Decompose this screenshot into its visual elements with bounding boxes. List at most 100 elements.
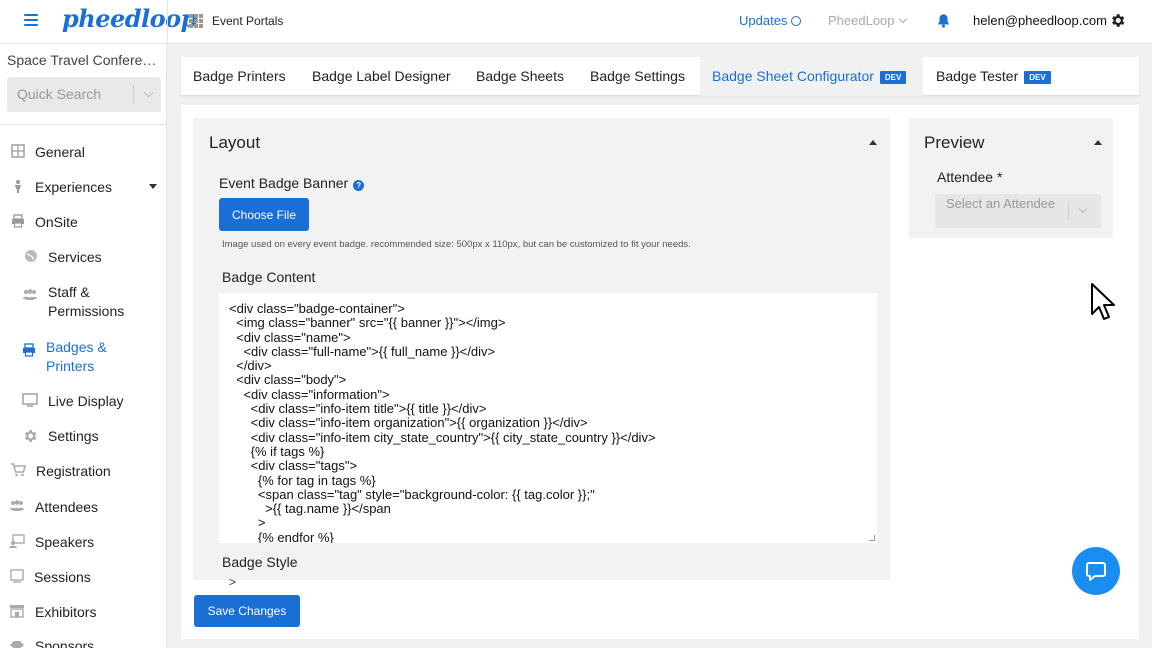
divider [1068,202,1069,220]
tab-badge-printers[interactable]: Badge Printers [193,57,286,96]
sidebar-item-speakers[interactable]: Speakers [9,533,94,552]
screen-icon [10,569,24,583]
attendee-select-placeholder: Select an Attendee [946,196,1056,211]
grid-icon [11,144,25,158]
mouse-cursor-icon [1091,283,1115,320]
choose-file-button[interactable]: Choose File [219,198,309,231]
sidebar-item-attendees[interactable]: Attendees [9,498,98,517]
layout-title: Layout [209,133,261,152]
printer-icon [23,343,35,357]
collapse-caret-icon[interactable] [869,140,877,145]
attendee-select[interactable]: Select an Attendee [935,194,1101,228]
sidebar-item-live-display[interactable]: Live Display [22,392,123,411]
chat-support-button[interactable] [1072,547,1120,595]
sidebar-item-general[interactable]: General [11,143,85,162]
attendee-label: Attendee * [937,169,1003,185]
sidebar-item-label: Badges & Printers [46,339,107,374]
logo[interactable]: pheedloop [62,4,197,33]
sidebar-divider [0,124,166,125]
banner-label-text: Event Badge Banner [219,175,349,191]
tab-label: Badge Sheets [476,68,564,84]
bell-icon[interactable] [936,13,951,28]
sidebar-item-label: Sessions [34,569,91,585]
sidebar-item-label: Exhibitors [35,604,97,620]
sidebar-item-exhibitors[interactable]: Exhibitors [9,603,96,622]
gear-icon[interactable] [1109,12,1126,29]
updates-link[interactable]: Updates [739,13,802,28]
apps-grid-icon[interactable] [189,14,203,28]
sidebar-item-sessions[interactable]: Sessions [10,568,91,587]
chevron-down-icon [1078,204,1088,214]
sidebar-item-sponsors[interactable]: Sponsors [9,637,94,648]
users-icon [23,289,37,300]
person-icon [15,180,21,193]
tab-label: Badge Printers [193,68,286,84]
sidebar-item-label: Staff & Permissions [48,284,125,319]
tab-label: Badge Tester [936,68,1019,84]
sidebar-item-label: Attendees [35,499,99,515]
tab-bar: Badge Printers Badge Label Designer Badg… [181,57,1139,96]
tab-badge-label-designer[interactable]: Badge Label Designer [312,57,451,96]
tab-badge-sheet-configurator[interactable]: Badge Sheet Configurator DEV [700,57,923,96]
badge-content-label: Badge Content [222,269,316,285]
badge-style-editor[interactable]: > [229,575,236,589]
org-dropdown[interactable]: PheedLoop [828,13,907,28]
banner-hint: Image used on every event badge. recomme… [222,239,691,250]
quick-search-input[interactable]: Quick Search [7,77,161,112]
chevron-down-icon [898,14,907,24]
sidebar-item-experiences[interactable]: Experiences [11,178,161,197]
event-name: Space Travel Conference [7,52,163,68]
tab-badge-tester[interactable]: Badge Tester DEV [936,57,1051,96]
printer-icon [12,214,24,228]
sidebar-item-label: Speakers [35,534,95,550]
badge-content-code: <div class="badge-container"> <img class… [229,301,656,543]
resize-handle-icon[interactable] [869,535,875,541]
sidebar-item-label: OnSite [35,214,78,230]
sidebar-item-label: General [35,144,85,160]
quick-search-placeholder: Quick Search [17,86,102,102]
preview-title: Preview [924,133,985,152]
sidebar-item-label: Settings [48,428,99,444]
users-icon [10,500,24,511]
sidebar-item-staff-permissions[interactable]: Staff & Permissions [22,283,152,321]
speaker-icon [9,534,25,548]
save-changes-button[interactable]: Save Changes [194,595,300,627]
tab-label: Badge Label Designer [312,68,451,84]
dev-badge: DEV [1024,71,1051,84]
sidebar-item-settings[interactable]: Settings [22,427,99,446]
tab-label: Badge Sheet Configurator [712,68,874,84]
cart-icon [11,463,26,477]
event-portals-link[interactable]: Event Portals [212,14,283,28]
sidebar-item-onsite[interactable]: OnSite [11,213,78,232]
caret-down-icon [149,184,157,189]
tab-badge-sheets[interactable]: Badge Sheets [476,57,564,96]
sponsor-icon [10,641,24,648]
updates-label: Updates [739,13,788,28]
sidebar-item-label: Live Display [48,393,124,409]
refresh-icon [791,16,802,26]
collapse-caret-icon[interactable] [1094,140,1102,145]
sidebar-item-badges-printers[interactable]: Badges & Printers [22,338,152,376]
chevron-down-icon [143,87,154,98]
chat-bubble-icon [1086,562,1106,581]
gear-icon [24,430,37,442]
sidebar-item-label: Registration [36,463,111,479]
tab-label: Badge Settings [590,68,685,84]
dev-badge: DEV [879,71,907,84]
sidebar-item-label: Services [48,249,102,265]
sidebar-item-registration[interactable]: Registration [10,462,111,481]
divider [167,0,168,44]
sidebar-item-services[interactable]: Services [24,248,102,267]
menu-icon[interactable] [24,14,38,28]
divider [133,85,134,104]
badge-content-editor[interactable]: <div class="badge-container"> <img class… [219,293,877,543]
badge-style-label: Badge Style [222,554,298,570]
user-email[interactable]: helen@pheedloop.com [973,13,1107,28]
store-icon [10,605,24,618]
top-bar: pheedloop Event Portals Updates PheedLoo… [0,0,1152,44]
tab-badge-settings[interactable]: Badge Settings [590,57,685,96]
event-badge-banner-label: Event Badge Banner? [219,175,365,191]
monitor-icon [22,393,38,407]
help-icon[interactable]: ? [353,180,365,191]
sidebar-item-label: Experiences [35,179,113,195]
